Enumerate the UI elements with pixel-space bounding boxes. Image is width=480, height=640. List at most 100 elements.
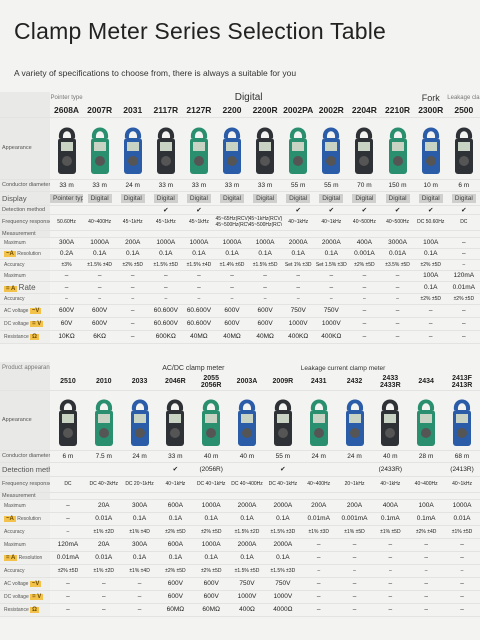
adc_acc-1: – [50, 293, 84, 305]
label-aac-acc: Accuracy [0, 259, 50, 271]
adc_res-9: – [314, 281, 348, 294]
aac_res-8: 0.1A [281, 248, 315, 260]
adc_max-7: 2000A [264, 538, 301, 552]
conductor-7: 33 m [248, 179, 282, 192]
aac_res-9: 0.1A [314, 248, 348, 260]
group-leakage: Leakage clamp meter [447, 94, 480, 101]
frequency-5: 45~1kHz [182, 214, 216, 231]
res-5: 60MΩ [193, 603, 230, 617]
frequency-9: 40~1kHz [314, 214, 348, 231]
aac_acc-12: ±2% ±5D [414, 259, 448, 271]
aac_acc-3: ±2% ±5D [116, 259, 150, 271]
group-fork: Fork [421, 92, 440, 103]
adc_acc-3: ±1% ±4D [121, 564, 158, 578]
aac_res-4: 0.1A [157, 512, 194, 526]
display-tag: Digital [87, 193, 112, 203]
display-tag: Digital [352, 193, 377, 203]
label-frequency: Frequency response [0, 476, 51, 493]
adc_acc-12: ±2% ±5D [414, 293, 448, 305]
vac-2: 600V [83, 304, 117, 318]
aac_res-5: 0.1A [182, 248, 216, 260]
aac_acc-12: ±1% ±5D [444, 525, 480, 539]
conductor-9: 24 m [336, 450, 373, 463]
display-tag: Digital [319, 193, 344, 203]
vdc-6: 600V [215, 317, 249, 331]
res-7: 4000Ω [264, 603, 301, 617]
display-tag: Digital [253, 193, 278, 203]
frequency-6: DC 40~400Hz [229, 476, 265, 493]
vac-13: – [447, 304, 480, 318]
display-5: Digital [182, 191, 216, 206]
aac_acc-13: – [447, 259, 480, 271]
res-10: – [347, 330, 381, 344]
aac_res-3: 0.1A [116, 248, 150, 260]
display-11: Digital [380, 191, 415, 206]
aac_max-7: 2000A [264, 499, 301, 513]
adc_acc-12: – [444, 564, 480, 578]
vac-11: – [380, 304, 415, 318]
model-4: 2117R [149, 103, 183, 118]
aac_res-10: 0.001A [347, 248, 381, 260]
frequency-7: 45~1kHz(RCV) 45~500Hz(RCV) [248, 214, 282, 231]
aac_max-7: 1000A [248, 237, 282, 249]
detection-10: (2433R) [372, 462, 409, 477]
detection-8: ✔ [281, 205, 315, 215]
adc_max-11: – [380, 270, 415, 282]
clamp-meter-icon [94, 399, 113, 446]
adc-badge: = A [4, 285, 18, 292]
res-12: – [444, 603, 480, 617]
detection-3 [116, 205, 150, 215]
adc_max-12: 100A [414, 270, 448, 282]
conductor-10: 70 m [347, 179, 381, 192]
conductor-1: 33 m [50, 179, 84, 192]
adc_res-3: 0.1A [121, 551, 158, 565]
aac_res-3: 0.1A [121, 512, 158, 526]
model-7: 2200R [248, 103, 282, 118]
frequency-13: DC [447, 214, 480, 231]
label-adc-acc: Accuracy [0, 564, 51, 578]
clamp-meter-icon [189, 127, 208, 174]
model-7: 2009R [264, 374, 301, 391]
aac_max-11: 100A [408, 499, 445, 513]
aac_res-2: 0.1A [83, 248, 117, 260]
detection-2 [85, 462, 122, 477]
adc_acc-7: ±1.5% ±3D [264, 564, 301, 578]
label-display: Display [0, 191, 50, 206]
detection-13: ✔ [447, 205, 480, 215]
detection-1 [50, 205, 84, 215]
adc_res-8: – [281, 281, 315, 294]
aac_acc-5: ±1.5% ±4D [182, 259, 216, 271]
adc_res-6: – [215, 281, 249, 294]
clamp-meter-icon [156, 127, 175, 174]
vdc-2: 600V [83, 317, 117, 331]
adc_acc-5: ±2% ±5D [193, 564, 230, 578]
clamp-meter-icon [273, 399, 292, 446]
vdc-3: – [121, 590, 158, 604]
conductor-10: 40 m [372, 450, 409, 463]
display-tag: Digital [385, 193, 410, 203]
vdc-12: – [444, 590, 480, 604]
aac_res-2: 0.01A [85, 512, 122, 526]
res-4: 600KΩ [149, 330, 183, 344]
clamp-meter-icon [381, 399, 400, 446]
detection-6 [215, 205, 249, 215]
frequency-11: 40~500Hz [380, 214, 415, 231]
aac_acc-1: ±3% [50, 259, 84, 271]
frequency-6: 45~65Hz(RCV) 45~500Hz(RCV) [215, 214, 249, 231]
aac_res-8: 0.01mA [300, 512, 337, 526]
conductor-1: 6 m [50, 450, 86, 463]
adc_acc-6: ±1.5% ±5D [229, 564, 265, 578]
vac-8: 750V [281, 304, 315, 318]
adc_max-10: – [372, 538, 409, 552]
adc_res-9: – [336, 551, 373, 565]
conductor-11: 28 m [408, 450, 445, 463]
adc_acc-3: – [116, 293, 150, 305]
display-tag: Pointer type [50, 193, 84, 203]
adc_res-1: 0.01mA [50, 551, 86, 565]
adc_max-11: – [408, 538, 445, 552]
detection-5: ✔ [182, 205, 216, 215]
model-4: 2046R [157, 374, 194, 391]
res-9: 400KΩ [314, 330, 348, 344]
aac_max-9: 200A [336, 499, 373, 513]
conductor-3: 24 m [116, 179, 150, 192]
